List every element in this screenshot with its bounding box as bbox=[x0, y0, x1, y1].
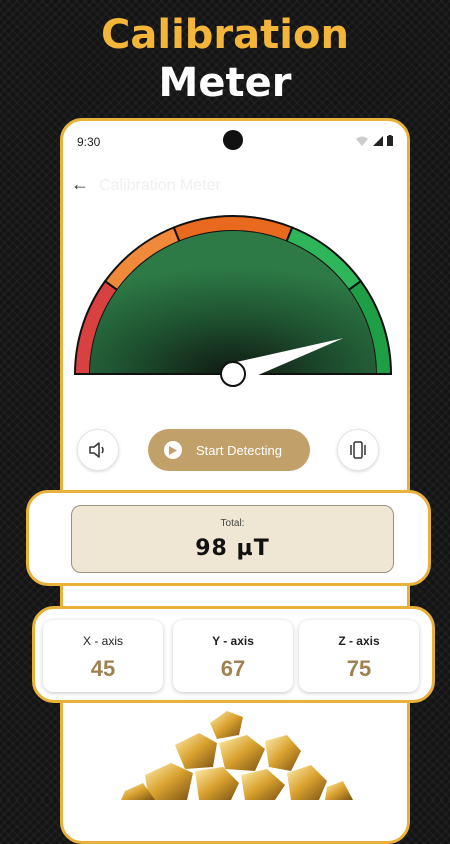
calibration-gauge bbox=[73, 215, 393, 387]
status-time: 9:30 bbox=[77, 135, 101, 149]
play-icon bbox=[164, 441, 182, 459]
needle-pivot bbox=[220, 361, 246, 387]
axis-readings-card: X - axis 45 Y - axis 67 Z - axis 75 bbox=[32, 606, 435, 703]
y-axis-label: Y - axis bbox=[212, 634, 254, 648]
x-axis-label: X - axis bbox=[82, 634, 123, 648]
back-arrow-icon[interactable]: ← bbox=[71, 174, 89, 195]
total-label: Total: bbox=[220, 518, 245, 529]
x-axis-value: 45 bbox=[90, 656, 116, 681]
z-axis-value: 75 bbox=[346, 656, 372, 681]
headline-title: Calibration bbox=[101, 12, 349, 58]
gold-nuggets-image bbox=[121, 711, 353, 800]
vibration-icon bbox=[350, 441, 366, 459]
speaker-icon bbox=[89, 442, 104, 458]
sound-toggle-button[interactable] bbox=[77, 429, 119, 471]
total-panel: Total: 98 µT bbox=[71, 505, 394, 573]
y-axis-box: Y - axis 67 bbox=[173, 620, 293, 692]
total-card: Total: 98 µT bbox=[26, 490, 431, 586]
headline-subtitle: Meter bbox=[158, 60, 292, 106]
battery-icon bbox=[387, 135, 393, 146]
z-axis-box: Z - axis 75 bbox=[299, 620, 419, 692]
signal-icon bbox=[373, 135, 383, 146]
start-detecting-button[interactable]: Start Detecting bbox=[148, 429, 310, 471]
vibration-toggle-button[interactable] bbox=[337, 429, 379, 471]
z-axis-label: Z - axis bbox=[338, 634, 380, 648]
app-bar-title: Calibration Meter bbox=[99, 177, 221, 194]
camera-cutout bbox=[223, 130, 243, 150]
total-value: 98 µT bbox=[195, 536, 270, 561]
status-icons bbox=[355, 135, 393, 146]
y-axis-value: 67 bbox=[220, 656, 246, 681]
start-detecting-label: Start Detecting bbox=[196, 442, 282, 458]
wifi-icon bbox=[356, 136, 368, 146]
x-axis-box: X - axis 45 bbox=[43, 620, 163, 692]
